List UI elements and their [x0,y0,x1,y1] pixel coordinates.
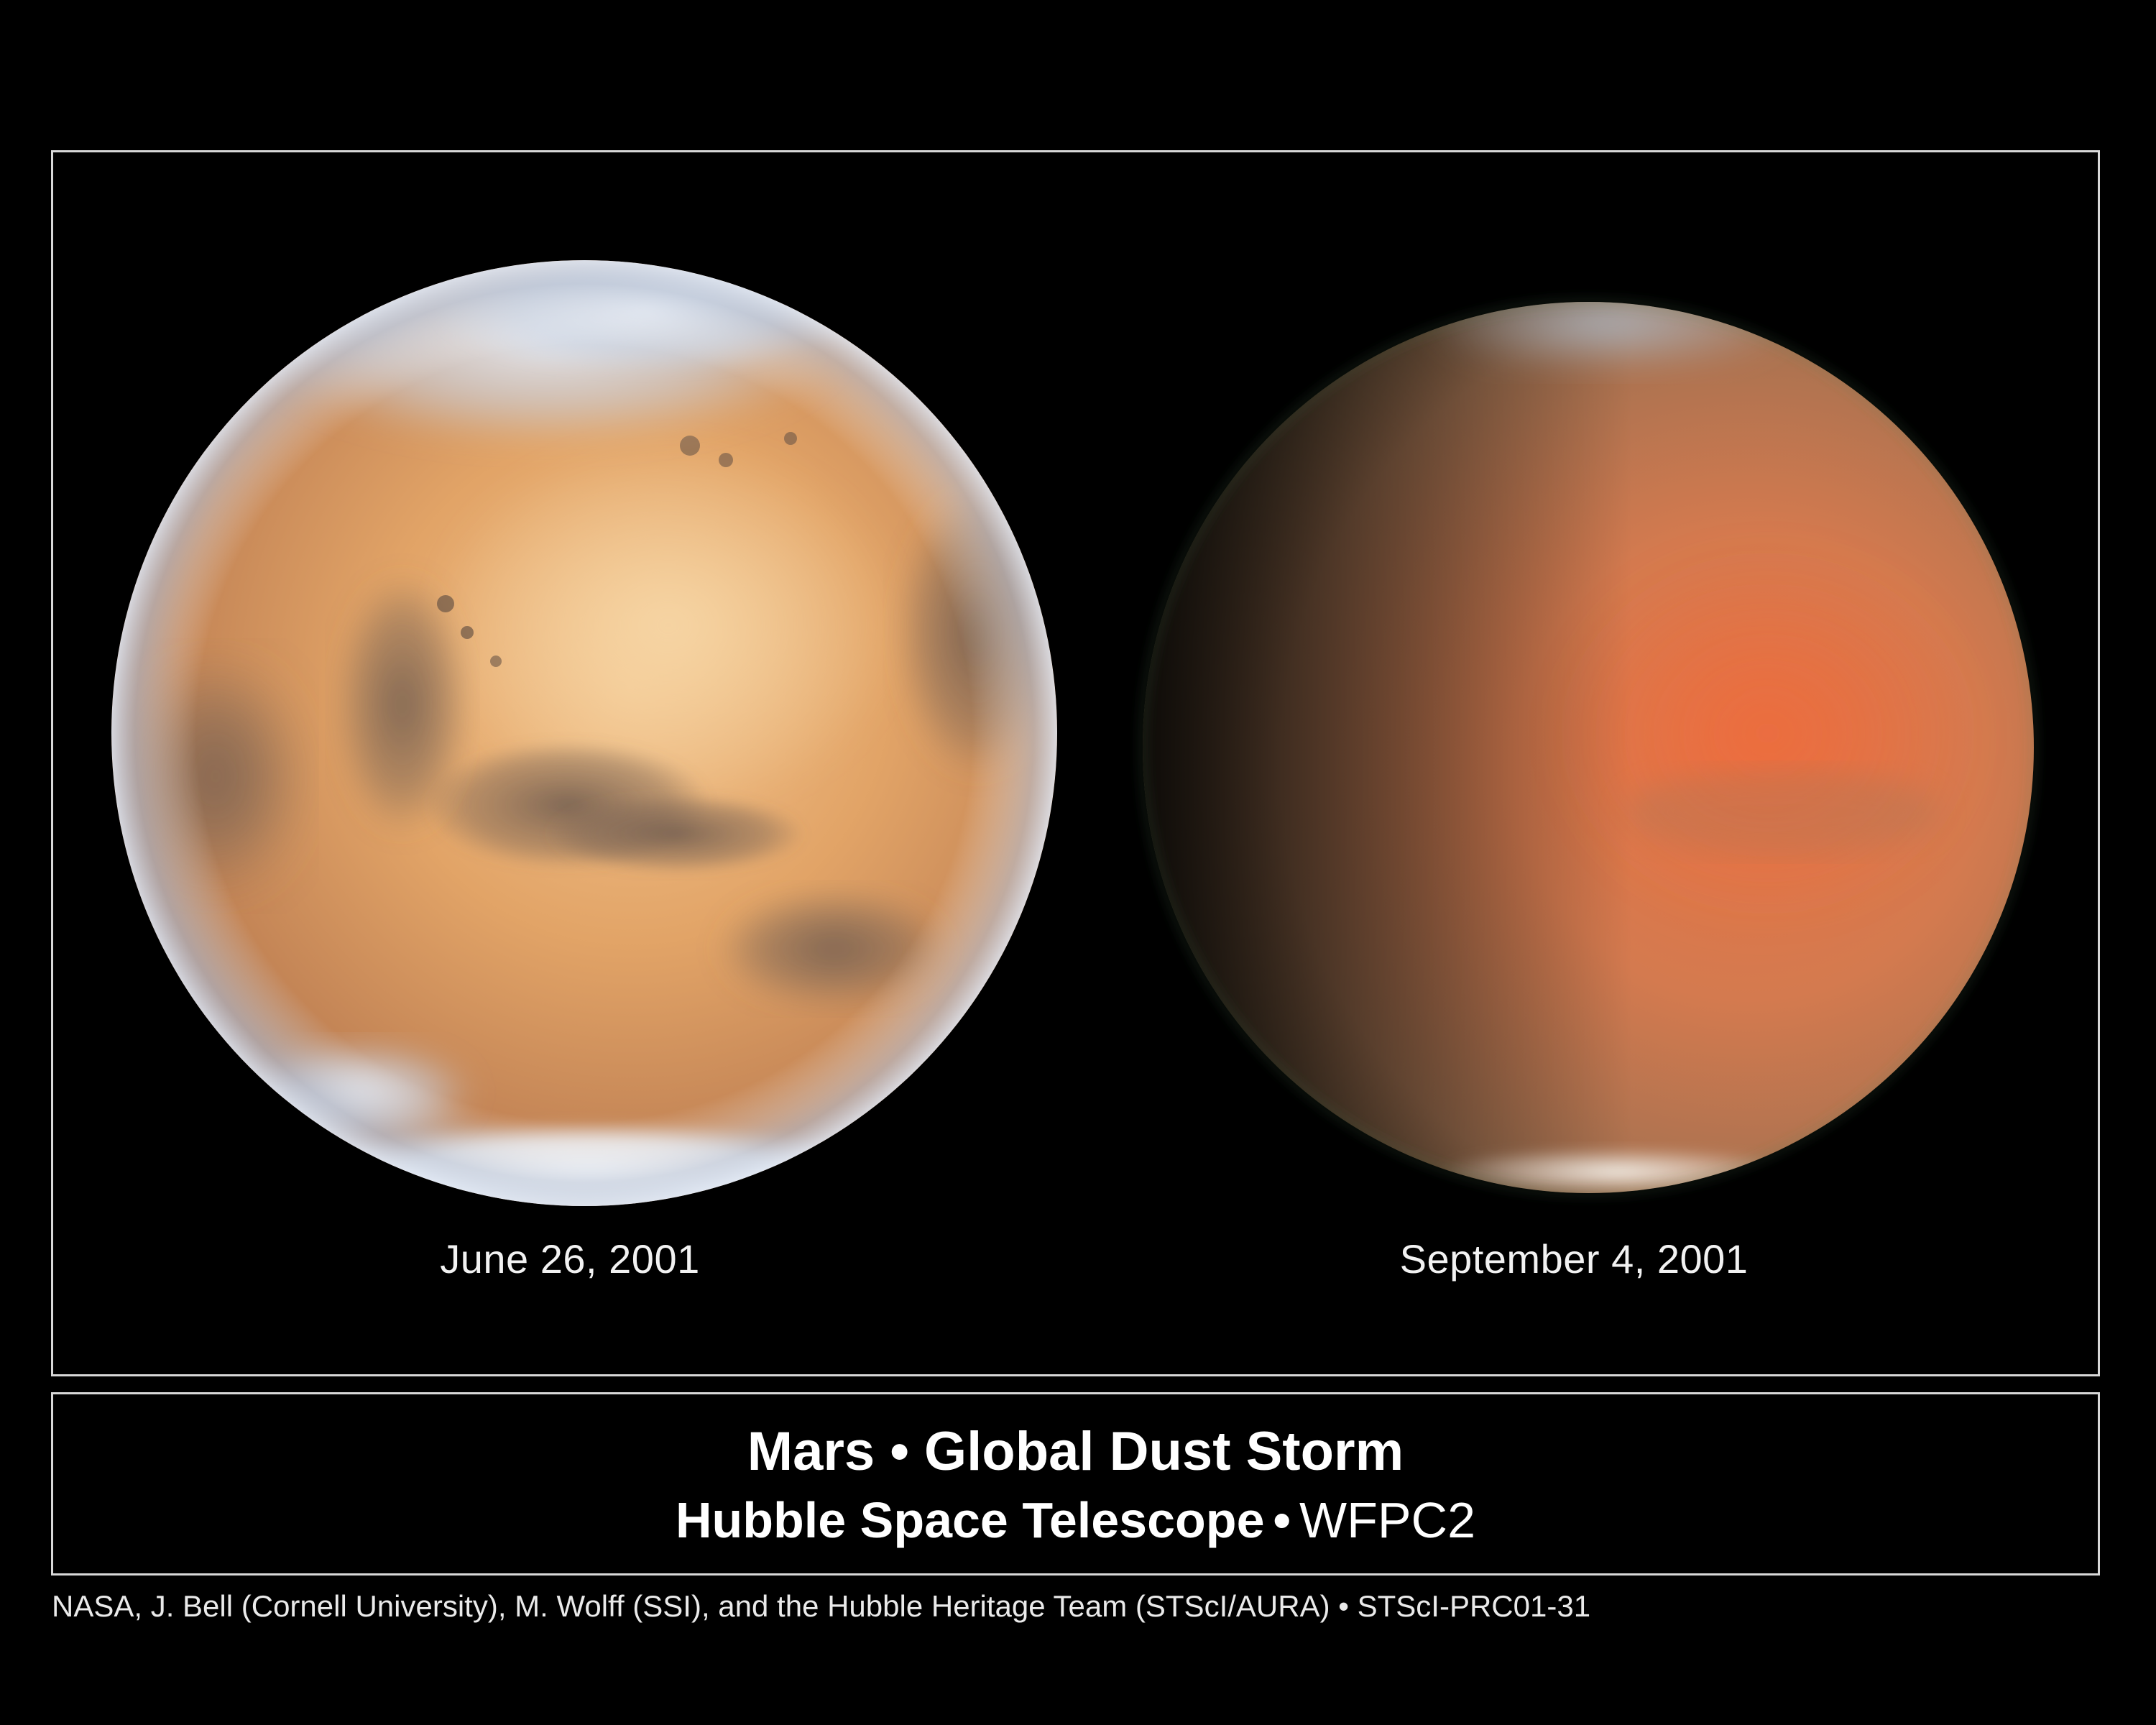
date-label-september: September 4, 2001 [1399,1236,1749,1282]
subtitle-separator: • [1273,1492,1291,1548]
subtitle: Hubble Space Telescope • WFPC2 [53,1486,2098,1555]
subtitle-instrument: WFPC2 [1299,1492,1476,1548]
mars-clear-globe [111,260,1057,1206]
date-label-june: June 26, 2001 [440,1236,700,1282]
credit-line: NASA, J. Bell (Cornell University), M. W… [52,1589,1591,1623]
mars-dust-storm-globe [1141,300,2036,1195]
title-frame: Mars • Global Dust Storm Hubble Space Te… [51,1392,2100,1576]
subtitle-telescope: Hubble Space Telescope [675,1492,1265,1548]
title: Mars • Global Dust Storm [747,1421,1404,1482]
